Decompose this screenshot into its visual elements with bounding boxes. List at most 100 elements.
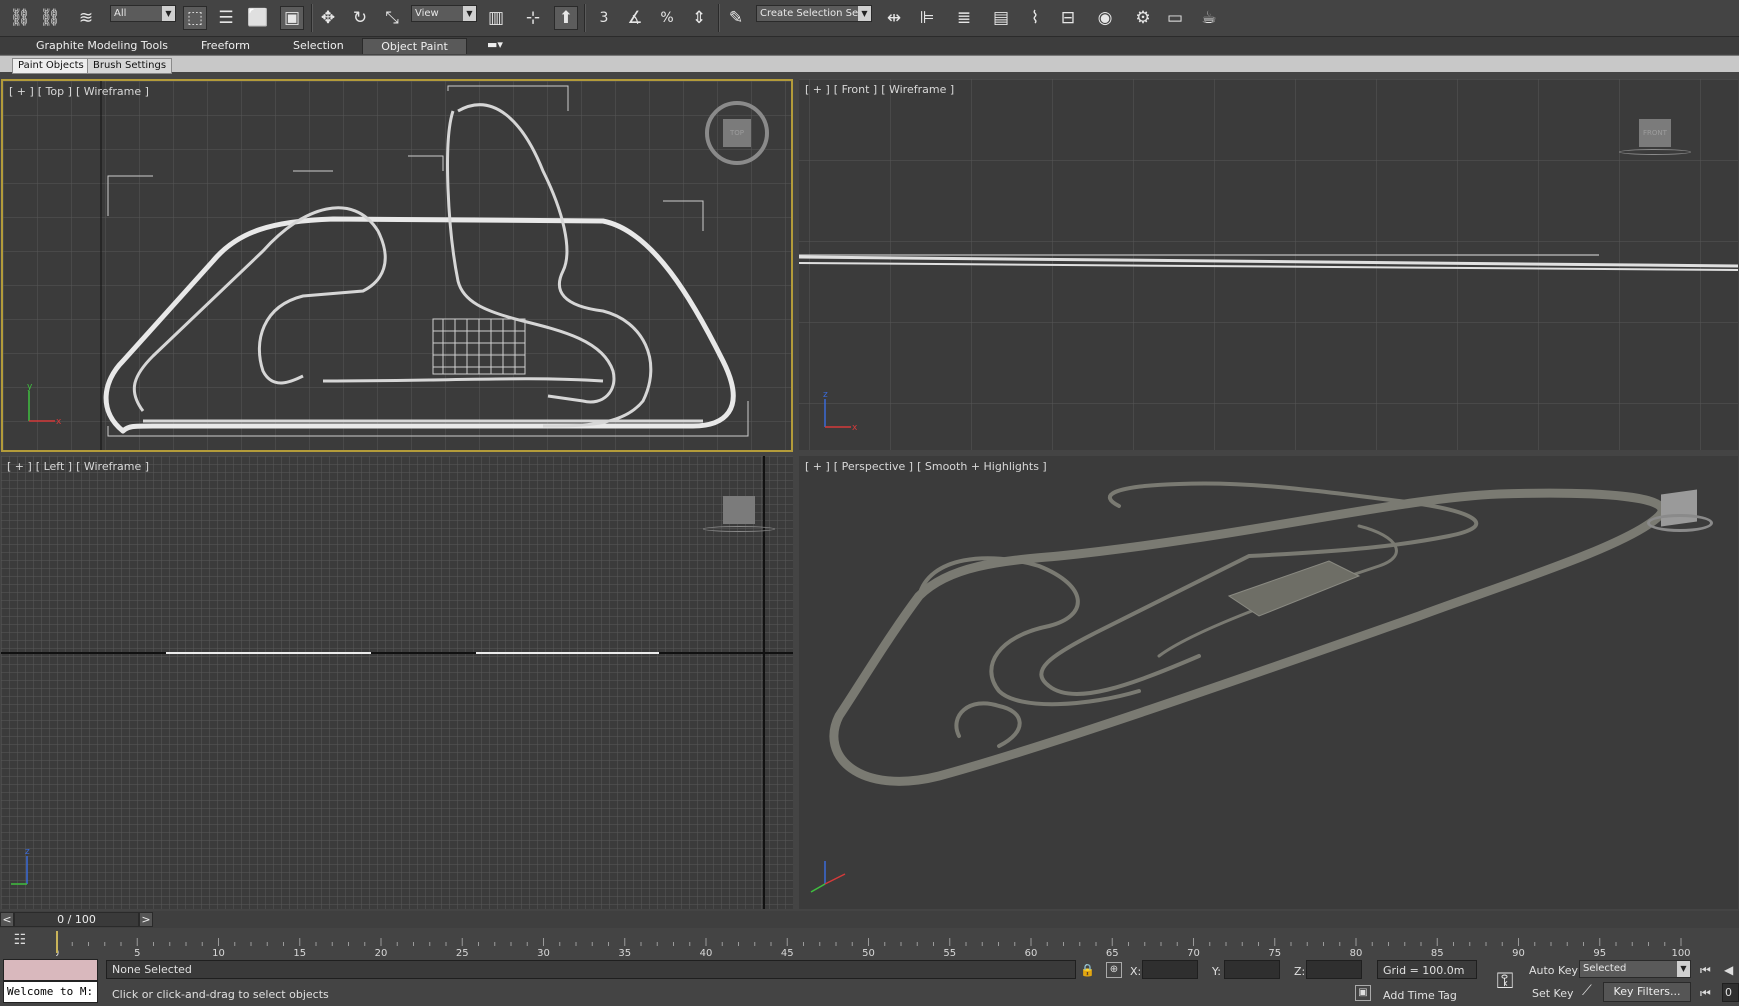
key-filters-button[interactable]: Key Filters... [1603, 982, 1691, 1002]
absolute-mode-icon[interactable]: ⊕ [1106, 962, 1122, 978]
select-by-name-icon[interactable]: ☰ [214, 6, 238, 30]
trackbar-tick-label: 45 [781, 948, 794, 957]
snaps-toggle-icon[interactable]: 3 [592, 6, 616, 30]
time-slider-next-button[interactable]: > [139, 912, 153, 927]
viewcube-left[interactable] [723, 496, 755, 524]
move-icon[interactable]: ✥ [316, 6, 340, 30]
layer-manager-icon[interactable]: ≣ [952, 6, 976, 30]
unlink-icon[interactable]: ⛓ [38, 6, 62, 30]
bind-space-warp-icon[interactable]: ≋ [74, 6, 98, 30]
current-frame-marker[interactable] [56, 931, 58, 953]
selection-filter-combo[interactable]: All ▼ [110, 5, 176, 22]
lock-icon[interactable]: 🔒 [1080, 963, 1095, 977]
time-slider-thumb[interactable]: 0 / 100 [14, 912, 139, 927]
set-key-icon[interactable]: ⚿ [1486, 965, 1524, 999]
viewport-left[interactable]: z [ + ] [ Left ] [ Wireframe ] [1, 456, 793, 909]
viewport-menu-plus[interactable]: [ + ] [805, 460, 830, 473]
tab-graphite-modeling-tools[interactable]: Graphite Modeling Tools [26, 38, 178, 54]
key-mode-toggle-icon[interactable]: ⏮ [1700, 986, 1711, 1001]
trackbar-ruler: 0510152025303540455055606570758085909510… [56, 931, 1691, 957]
trackbar-tick-label: 95 [1593, 948, 1606, 957]
viewport-label-perspective[interactable]: [ + ] [ Perspective ] [ Smooth + Highlight… [805, 460, 1051, 473]
z-coord-label: Z: [1294, 965, 1306, 978]
z-coord-field[interactable] [1306, 960, 1362, 979]
add-time-tag[interactable]: Add Time Tag [1383, 989, 1457, 1002]
maxscript-listener[interactable]: Welcome to M: [3, 981, 98, 1003]
percent-snap-label: % [660, 10, 674, 26]
trackbar-tick-label: 40 [700, 948, 713, 957]
x-coord-field[interactable] [1142, 960, 1198, 979]
tab-freeform[interactable]: Freeform [191, 38, 260, 54]
previous-frame-icon[interactable]: ◀ [1724, 963, 1733, 977]
reference-coordinate-combo[interactable]: View ▼ [411, 5, 477, 22]
ribbon-options-icon[interactable]: ▬▾ [487, 38, 503, 51]
viewport-label-top[interactable]: [ + ] [ Top ] [ Wireframe ] [9, 85, 153, 98]
select-object-icon[interactable]: ⬚ [183, 6, 207, 30]
subtab-brush-settings[interactable]: Brush Settings [87, 58, 173, 74]
viewport-label-left[interactable]: [ + ] [ Left ] [ Wireframe ] [7, 460, 153, 473]
set-key-button[interactable]: Set Key [1532, 987, 1574, 1000]
rotate-icon[interactable]: ↻ [348, 6, 372, 30]
subtab-paint-objects[interactable]: Paint Objects [12, 58, 90, 74]
curve-editor-icon[interactable]: ⌇ [1023, 6, 1047, 30]
link-icon[interactable]: ⛓ [8, 6, 32, 30]
key-tangent-icon[interactable]: ⟋ [1582, 983, 1592, 999]
toolbar-separator [311, 4, 313, 32]
mirror-icon[interactable]: ⇹ [882, 6, 906, 30]
viewport-shading-label[interactable]: [ Wireframe ] [76, 85, 149, 98]
keyboard-shortcut-icon[interactable]: ⬆ [554, 6, 578, 30]
viewcube-face[interactable]: TOP [723, 119, 751, 147]
viewport-shading-label[interactable]: [ Wireframe ] [76, 460, 149, 473]
key-mode-combo[interactable]: Selected ▼ [1579, 960, 1691, 978]
material-editor-icon[interactable]: ◉ [1093, 6, 1117, 30]
go-to-start-icon[interactable]: ⏮ [1700, 963, 1711, 978]
angle-snap-icon[interactable]: ∡ [623, 6, 647, 30]
trackbar-tick-label: 15 [293, 948, 306, 957]
viewport-view-label[interactable]: [ Perspective ] [834, 460, 913, 473]
viewport-label-front[interactable]: [ + ] [ Front ] [ Wireframe ] [805, 83, 958, 96]
render-production-icon[interactable]: ☕ [1197, 6, 1221, 30]
spinner-snap-icon[interactable]: ⇕ [687, 6, 711, 30]
mini-curve-editor-icon[interactable]: ☷ [10, 932, 30, 952]
viewport-menu-plus[interactable]: [ + ] [7, 460, 32, 473]
rendered-frame-icon[interactable]: ▭ [1163, 6, 1187, 30]
auto-key-button[interactable]: Auto Key [1529, 964, 1578, 977]
viewport-perspective[interactable]: [ + ] [ Perspective ] [ Smooth + Highlight… [799, 456, 1738, 909]
time-slider-prev-button[interactable]: < [0, 912, 14, 927]
tab-object-paint[interactable]: Object Paint [362, 38, 467, 54]
named-selection-sets-combo[interactable]: Create Selection Se ▼ [756, 5, 872, 22]
viewport-top[interactable]: y x [ + ] [ Top ] [ Wireframe ] TOP [1, 79, 793, 452]
viewport-shading-label[interactable]: [ Smooth + Highlights ] [917, 460, 1047, 473]
viewport-view-label[interactable]: [ Front ] [834, 83, 877, 96]
viewport-front[interactable]: z x [ + ] [ Front ] [ Wireframe ] FRONT [799, 79, 1738, 450]
viewport-view-label[interactable]: [ Top ] [38, 85, 72, 98]
time-tag-icon[interactable]: ▣ [1355, 985, 1371, 1001]
viewport-menu-plus[interactable]: [ + ] [9, 85, 34, 98]
window-crossing-icon[interactable]: ▣ [280, 6, 304, 30]
pivot-icon[interactable]: ▥ [484, 6, 508, 30]
graphite-toggle-icon[interactable]: ▤ [989, 6, 1013, 30]
current-frame-field[interactable]: 0 [1722, 983, 1739, 1002]
y-coord-field[interactable] [1224, 960, 1280, 979]
align-icon[interactable]: ⊫ [915, 6, 939, 30]
tab-selection[interactable]: Selection [283, 38, 354, 54]
chevron-down-icon: ▼ [463, 6, 476, 21]
viewcube-front[interactable]: FRONT [1639, 119, 1671, 147]
render-setup-icon[interactable]: ⚙ [1131, 6, 1155, 30]
maxscript-listener-top[interactable] [3, 959, 98, 981]
rect-selection-icon[interactable]: ⬜ [246, 6, 270, 30]
percent-snap-icon[interactable]: % [655, 6, 679, 30]
viewport-view-label[interactable]: [ Left ] [36, 460, 72, 473]
viewcube-ring[interactable] [1647, 514, 1713, 532]
viewport-shading-label[interactable]: [ Wireframe ] [881, 83, 954, 96]
edit-named-selection-icon[interactable]: ✎ [724, 6, 748, 30]
scale-icon[interactable]: ⤡ [380, 6, 404, 30]
viewcube-ring[interactable] [1619, 149, 1691, 155]
viewport-menu-plus[interactable]: [ + ] [805, 83, 830, 96]
chevron-down-icon: ▼ [162, 6, 175, 21]
schematic-view-icon[interactable]: ⊟ [1056, 6, 1080, 30]
viewcube-ring[interactable] [703, 526, 775, 532]
select-manipulate-icon[interactable]: ⊹ [521, 6, 545, 30]
viewcube-top[interactable]: TOP [705, 101, 769, 165]
trackbar[interactable]: ☷ 05101520253035404550556065707580859095… [0, 928, 1739, 957]
